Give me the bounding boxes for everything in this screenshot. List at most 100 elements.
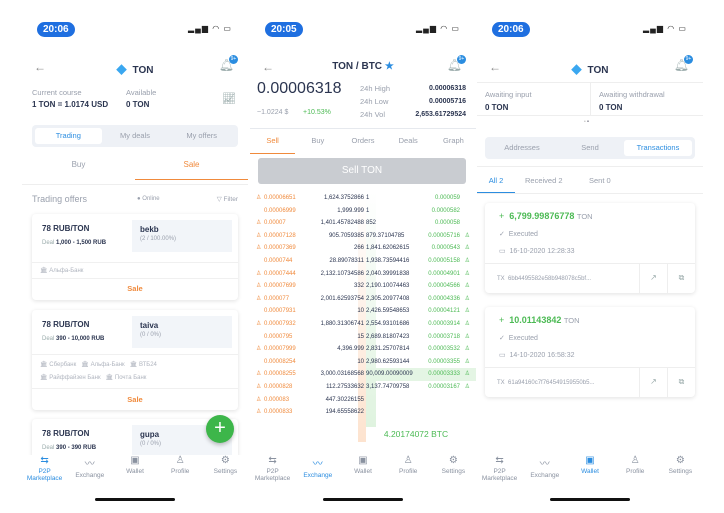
add-offer-fab[interactable]: + (206, 415, 234, 443)
tab-all[interactable]: All 2 (477, 176, 515, 193)
star-icon[interactable]: ★ (385, 61, 394, 72)
nav-wallet[interactable]: ▣ Wallet (112, 455, 157, 495)
copy-icon[interactable]: ⧉ (667, 367, 695, 397)
user-icon: ♙ (256, 283, 262, 290)
tx-amount: 6,799.99876778 (509, 211, 575, 221)
nav-profile[interactable]: ♙ Profile (613, 455, 658, 495)
user-icon: ♙ (256, 383, 262, 390)
tab-sale[interactable]: Sale (135, 160, 248, 180)
tab-sent[interactable]: Sent 0 (589, 176, 611, 185)
user-icon: ♙ (256, 232, 262, 239)
user-icon: ♙ (256, 195, 262, 201)
order-book-row[interactable]: ♙ 0.00006651 1,624.3752866 1 0.000059 (250, 192, 476, 205)
sell-price: 0.00006651 (264, 195, 296, 201)
order-book-row[interactable]: ♙ 0.00007369 266 1,841.62062615 0.0000543 ♙ (250, 242, 476, 255)
nav-profile[interactable]: ♙ Profile (386, 455, 431, 495)
trend-icon: 〰 (539, 459, 550, 470)
user-icon: ♙ (256, 409, 262, 416)
chart-icon[interactable]: 📈︎ (222, 92, 236, 105)
user-icon: ♙ (256, 220, 262, 227)
tab-orders[interactable]: Orders (340, 136, 385, 154)
order-book-row[interactable]: 0.00006999 1,999.999 1 0.0000582 (250, 205, 476, 218)
buy-price: 0.0000543 (431, 245, 460, 252)
sale-button[interactable]: Sale (32, 278, 238, 299)
copy-icon[interactable]: ⧉ (667, 263, 695, 293)
open-external-icon[interactable]: ↗ (639, 263, 667, 293)
order-book-row[interactable]: ♙ 0.00008255 3,000.03168568 90,009.00090009… (250, 368, 476, 381)
buy-amount: 1 (366, 195, 370, 201)
bell-icon[interactable]: 🔔︎ 9+ (219, 55, 238, 72)
order-book-row[interactable]: ♙ 0.000077 2,001.62593754 2,305.20977408 0.0… (250, 293, 476, 306)
tx-amount: 10.01143842 (509, 315, 562, 325)
sell-price: 0.00006999 (264, 207, 296, 214)
seg-addresses[interactable]: Addresses (488, 140, 556, 156)
nav-p2p[interactable]: ⇆ P2P Marketplace (250, 455, 295, 495)
transaction-card[interactable]: + 6,799.99876778 TON ✓ Executed ▭ 16-10-… (485, 203, 695, 293)
tab-buy[interactable]: Buy (295, 136, 340, 154)
swap-icon: ⇆ (495, 455, 504, 466)
order-book-row[interactable]: ♙ 0.00007932 1,880.31306741 2,554.93101686 0… (250, 318, 476, 331)
home-indicator (550, 498, 630, 501)
sell-amount: 447.30226155 (325, 396, 364, 403)
order-book-row[interactable]: ♙ 0.000083 447.30226155 (250, 394, 476, 407)
seg-trading[interactable]: Trading (35, 128, 102, 144)
offer-card[interactable]: 78 RUB/TON Deal 390 - 10,000 RUB taiva (0… (32, 310, 238, 410)
status-time: 20:05 (265, 22, 303, 37)
order-book-row[interactable]: ♙ 0.00007999 4,396.999 2,831.25707814 0.0000… (250, 343, 476, 356)
nav-exchange[interactable]: 〰 Exchange (295, 455, 340, 495)
user-icon: ♙ (464, 283, 470, 290)
nav-settings[interactable]: ⚙ Settings (658, 455, 703, 495)
sell-ton-button[interactable]: Sell TON (258, 158, 466, 184)
page-dots[interactable]: • • (584, 119, 589, 125)
wallet-icon: ▣ (585, 455, 595, 466)
wallet-icon: ▣ (130, 455, 140, 466)
order-book-row[interactable]: 0.00007931 10 2,426.59548653 0.00004121 ♙ (250, 305, 476, 318)
tab-received[interactable]: Received 2 (525, 176, 563, 185)
seg-my-offers[interactable]: My offers (168, 128, 235, 144)
nav-exchange[interactable]: 〰 Exchange (67, 455, 112, 495)
status-icons: ▂▄▆ ◠ ▭ (416, 24, 460, 33)
sell-amount: 1,880.31306741 (320, 320, 364, 327)
profile-icon: ♙ (630, 455, 640, 466)
tab-deals[interactable]: Deals (386, 136, 431, 154)
sell-amount: 1,401.45782488 (320, 220, 364, 227)
nav-wallet[interactable]: ▣ Wallet (567, 455, 612, 495)
filter-button[interactable]: ▽ Filter (217, 195, 238, 203)
order-book-row[interactable]: ♙ 0.00007699 332 2,190.10074463 0.00004566 ♙ (250, 280, 476, 293)
offer-card[interactable]: 78 RUB/TON Deal 1,000 - 1,500 RUB bekb (2… (32, 214, 238, 300)
nav-p2p[interactable]: ⇆ P2P Marketplace (477, 455, 522, 495)
offer-price: 78 RUB/TON (42, 320, 90, 329)
order-book-row[interactable]: ♙ 0.00007128 905.7059385 879.37104785 0.0000… (250, 230, 476, 243)
offer-user[interactable]: taiva (140, 321, 224, 330)
bell-icon[interactable]: 🔔︎ 9+ (674, 55, 693, 72)
sell-amount: 15 (357, 333, 364, 340)
nav-settings[interactable]: ⚙ Settings (431, 455, 476, 495)
tab-graph[interactable]: Graph (431, 136, 476, 154)
transaction-card[interactable]: + 10.01143842 TON ✓ Executed ▭ 14-10-202… (485, 307, 695, 397)
seg-transactions[interactable]: Transactions (624, 140, 692, 156)
check-icon: ✓ (499, 231, 505, 238)
order-book-row[interactable]: 0.0000744 28.89078311 1,938.73594416 0.0000… (250, 255, 476, 268)
buy-amount: 90,009.00090009 (366, 371, 413, 378)
offer-user[interactable]: bekb (140, 225, 224, 234)
open-external-icon[interactable]: ↗ (639, 367, 667, 397)
tab-sell[interactable]: Sell (250, 136, 296, 154)
order-book-row[interactable]: 0.0000795 15 2,689.81807423 0.00003718 ♙ (250, 331, 476, 344)
seg-my-deals[interactable]: My deals (102, 128, 169, 144)
tab-buy[interactable]: Buy (22, 160, 135, 169)
online-toggle[interactable]: ● Online (137, 196, 160, 202)
order-book-row[interactable]: ♙ 0.00007 1,401.45782488 852 0.000058 (250, 217, 476, 230)
order-book-row[interactable]: ♙ 0.0000828 112.27533632 3,137.74709758 0.00… (250, 381, 476, 394)
nav-settings[interactable]: ⚙ Settings (203, 455, 248, 495)
order-book-row[interactable]: ♙ 0.0000833 194.65558622 (250, 406, 476, 419)
nav-profile[interactable]: ♙ Profile (158, 455, 203, 495)
order-book-row[interactable]: ♙ 0.00007444 2,132.10734586 2,040.39991838 0… (250, 268, 476, 281)
order-book-row[interactable]: 0.00008254 10 2,980.62593144 0.00003355 ♙ (250, 356, 476, 369)
nav-p2p[interactable]: ⇆ P2P Marketplace (22, 455, 67, 495)
nav-wallet[interactable]: ▣ Wallet (340, 455, 385, 495)
seg-send[interactable]: Send (556, 140, 624, 156)
nav-exchange[interactable]: 〰 Exchange (522, 455, 567, 495)
sale-button[interactable]: Sale (32, 388, 238, 411)
notification-badge: 9+ (229, 55, 238, 64)
bell-icon[interactable]: 🔔︎ 9+ (447, 55, 466, 72)
